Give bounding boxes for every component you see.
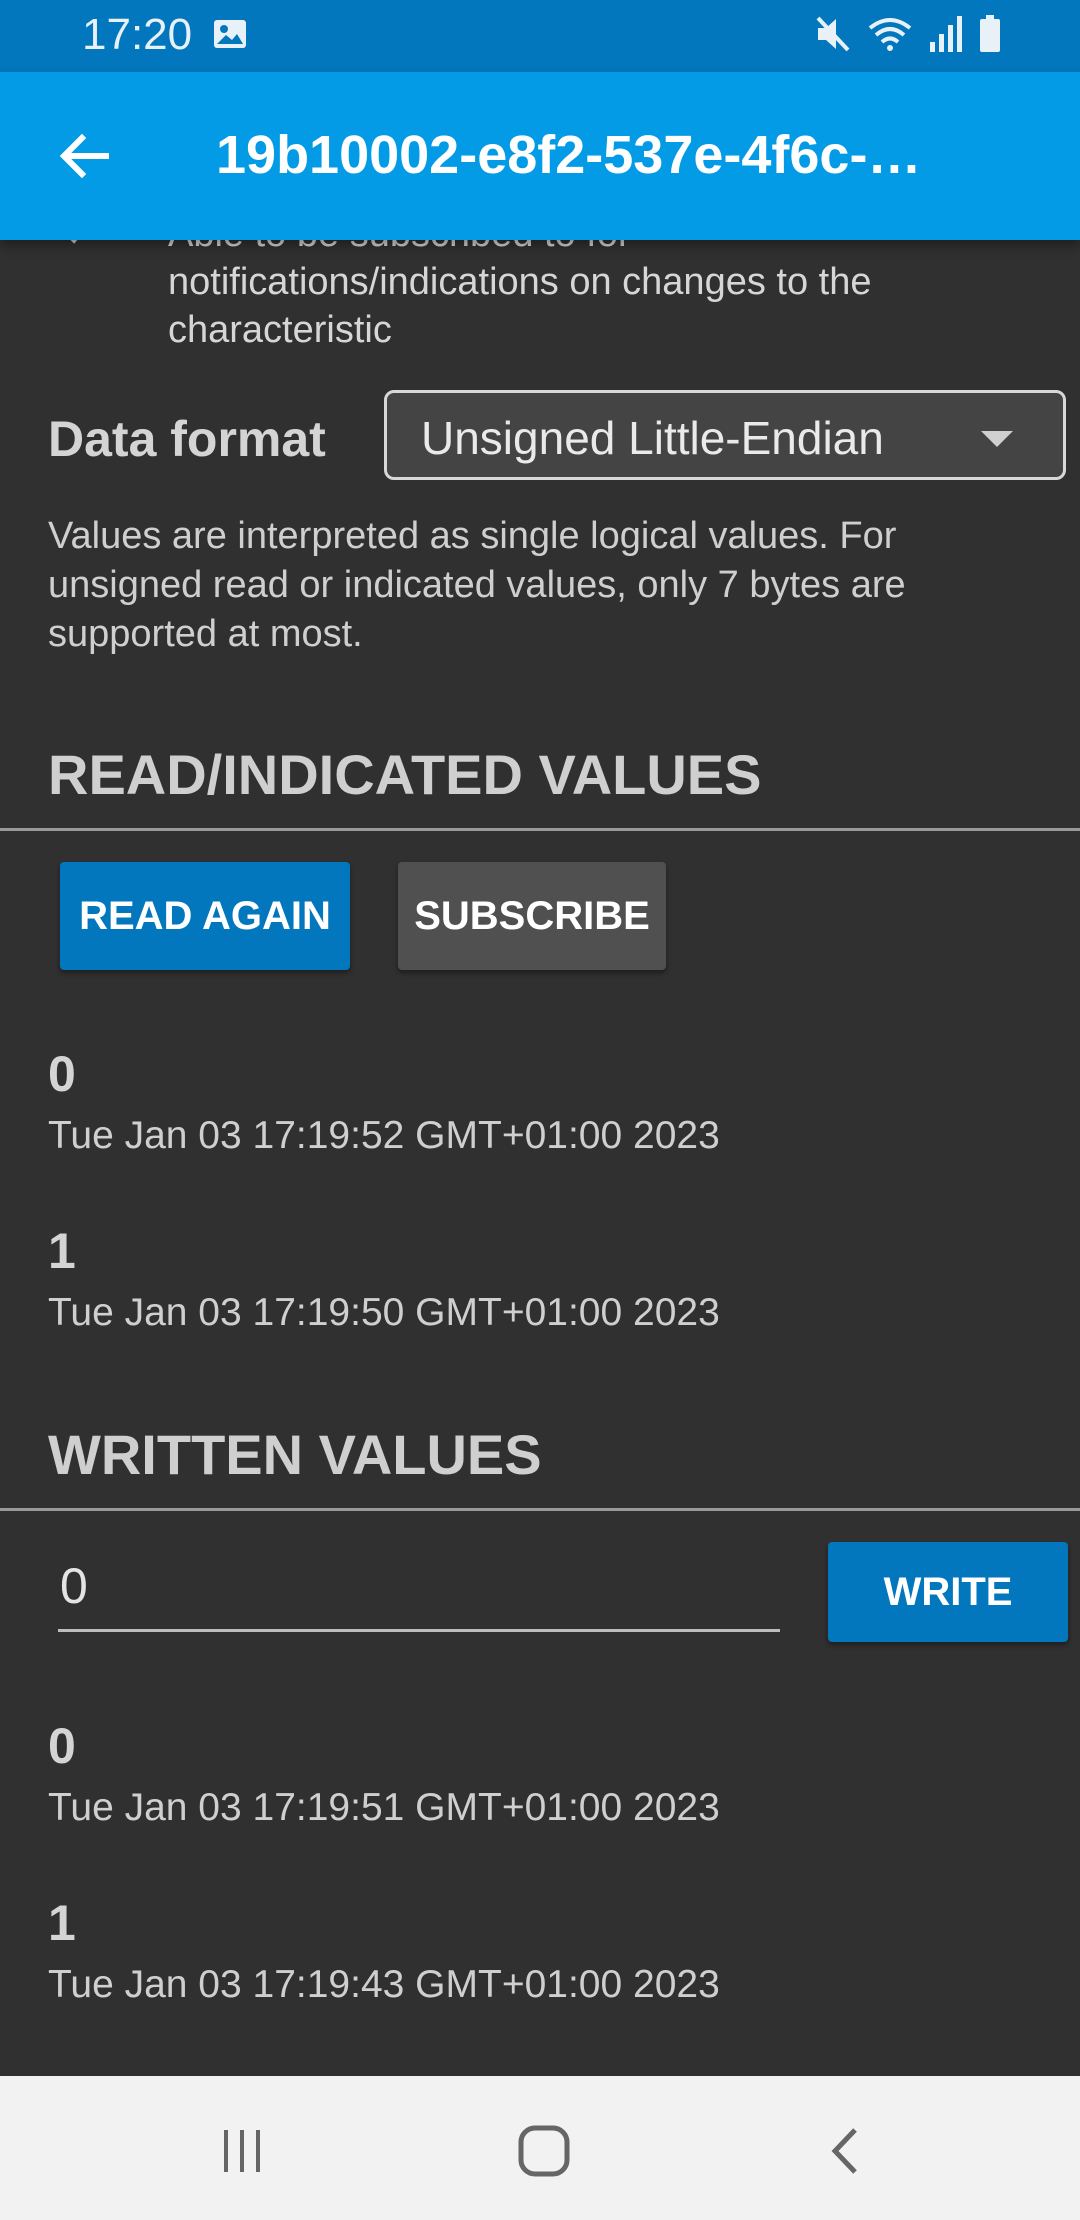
divider xyxy=(0,1508,1080,1511)
subscribe-button[interactable]: SUBSCRIBE xyxy=(398,862,666,970)
data-format-selected: Unsigned Little-Endian xyxy=(421,412,884,464)
page-title: 19b10002-e8f2-537e-4f6c-… xyxy=(216,125,922,185)
value-number: 0 xyxy=(48,1718,76,1774)
write-value-input[interactable] xyxy=(58,1542,780,1632)
read-section-title: READ/INDICATED VALUES xyxy=(48,743,762,806)
data-format-label: Data format xyxy=(48,411,326,467)
dropdown-arrow-icon xyxy=(981,431,1013,447)
arrow-back-icon[interactable] xyxy=(52,124,116,188)
value-timestamp: Tue Jan 03 17:19:51 GMT+01:00 2023 xyxy=(48,1786,720,1829)
status-icons xyxy=(814,14,1002,59)
write-button[interactable]: WRITE xyxy=(828,1542,1068,1642)
read-value-entry: 0 Tue Jan 03 17:19:52 GMT+01:00 2023 xyxy=(48,1046,1048,1160)
battery-icon xyxy=(978,14,1002,59)
value-number: 1 xyxy=(48,1895,76,1951)
value-timestamp: Tue Jan 03 17:19:43 GMT+01:00 2023 xyxy=(48,1963,720,2006)
divider xyxy=(0,828,1080,831)
characteristic-detail[interactable]: Able to be subscribed to for notificatio… xyxy=(0,240,1080,2076)
wifi-icon xyxy=(866,14,914,59)
nav-back-icon[interactable] xyxy=(806,2116,886,2186)
property-description: Able to be subscribed to for notificatio… xyxy=(168,240,872,351)
written-value-entry: 1 Tue Jan 03 17:19:43 GMT+01:00 2023 xyxy=(48,1895,1048,2009)
app-bar: 19b10002-e8f2-537e-4f6c-… xyxy=(0,72,1080,240)
status-bar: 17:20 xyxy=(0,0,1080,72)
value-timestamp: Tue Jan 03 17:19:52 GMT+01:00 2023 xyxy=(48,1114,720,1157)
data-format-select[interactable]: Unsigned Little-Endian xyxy=(384,390,1066,480)
system-nav-bar xyxy=(0,2076,1080,2220)
mute-icon xyxy=(814,14,852,59)
signal-icon xyxy=(928,14,964,59)
data-format-description: Values are interpreted as single logical… xyxy=(48,515,906,655)
check-icon xyxy=(58,240,98,255)
home-icon[interactable] xyxy=(504,2116,584,2186)
value-timestamp: Tue Jan 03 17:19:50 GMT+01:00 2023 xyxy=(48,1291,720,1334)
read-value-entry: 1 Tue Jan 03 17:19:50 GMT+01:00 2023 xyxy=(48,1223,1048,1337)
status-time: 17:20 xyxy=(82,10,193,59)
value-number: 0 xyxy=(48,1046,76,1102)
value-number: 1 xyxy=(48,1223,76,1279)
recents-icon[interactable] xyxy=(202,2116,282,2186)
written-section-title: WRITTEN VALUES xyxy=(48,1423,542,1486)
written-value-entry: 0 Tue Jan 03 17:19:51 GMT+01:00 2023 xyxy=(48,1718,1048,1832)
read-again-button[interactable]: READ AGAIN xyxy=(60,862,350,970)
gallery-icon xyxy=(212,16,248,57)
